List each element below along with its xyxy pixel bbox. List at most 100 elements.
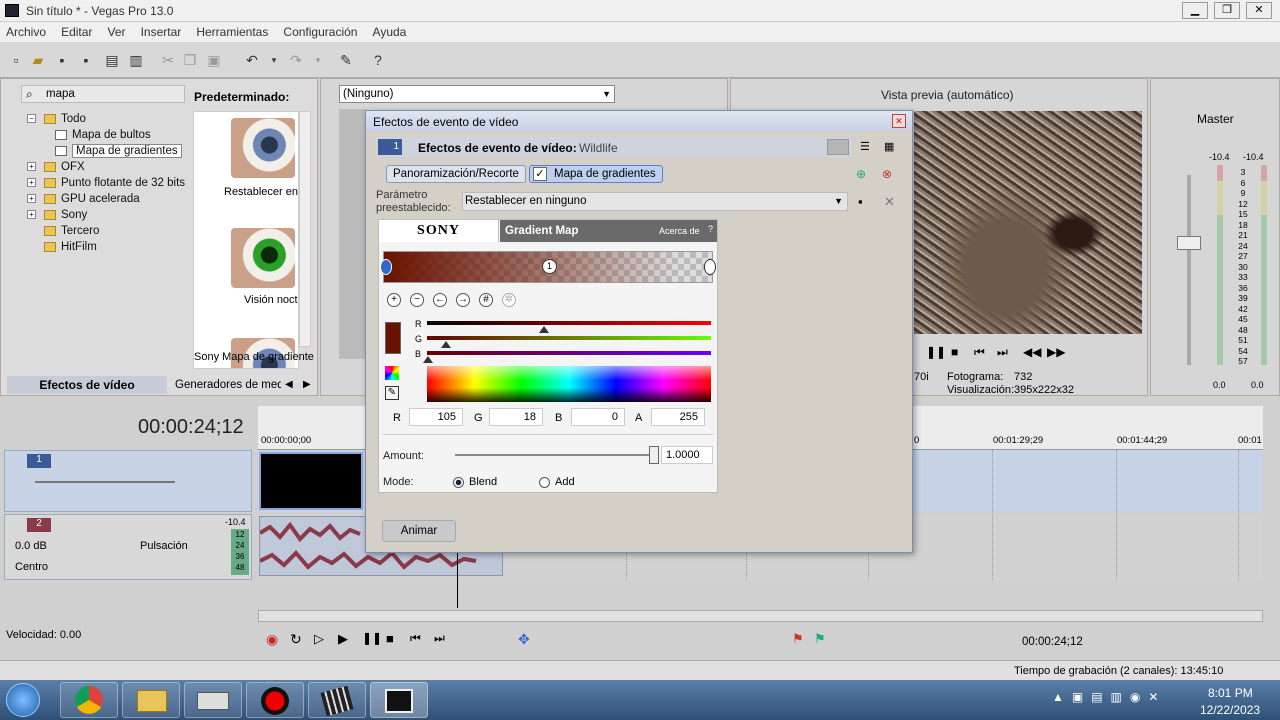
preset-item-night[interactable]: Visión noct [194,222,298,330]
video-track-header[interactable]: 1 [4,450,252,512]
taskbar-explorer[interactable] [122,682,180,718]
tree-item-todo[interactable]: − Todo [27,111,187,127]
fx-header-button[interactable] [827,139,849,155]
animate-button[interactable]: Animar [382,520,456,542]
trimmer-dropdown[interactable]: (Ninguno) ▼ [339,85,615,103]
about-link[interactable]: Acerca de [659,226,700,236]
green-slider[interactable] [427,336,711,340]
dialog-close-button[interactable]: ✕ [892,114,906,128]
help-icon[interactable]: ? [370,52,386,68]
stop-transport-icon[interactable]: ■ [386,631,394,646]
pause-icon[interactable]: ❚❚ [926,345,946,359]
open-folder-icon[interactable]: ▰ [30,52,46,68]
move-right-icon[interactable]: → [456,293,470,307]
snap-icon[interactable]: ✎ [338,52,354,68]
fx-grid-view-icon[interactable]: ▦ [884,140,894,153]
red-slider-thumb[interactable] [539,326,549,333]
track-opacity-slider[interactable] [35,481,175,483]
preset-dropdown[interactable]: Restablecer en ninguno ▼ [462,192,848,211]
g-value-field[interactable]: 18 [489,408,543,426]
marker-icon[interactable]: ⚑ [792,631,804,647]
gradient-stop-right[interactable] [704,259,716,275]
tree-item-sony[interactable]: + Sony [27,207,187,223]
fx-chain-pan-crop[interactable]: Panoramización/Recorte [386,165,526,183]
add-stop-icon[interactable]: + [387,293,401,307]
go-start-icon[interactable]: ⏮ [410,631,421,646]
color-palette-icon[interactable] [385,366,399,380]
dialog-titlebar[interactable]: Efectos de evento de vídeo ✕ [366,111,912,131]
redo-icon[interactable]: ↷ [288,52,304,68]
clock-date[interactable]: 12/22/2023 [1200,703,1260,717]
menu-configuracion[interactable]: Configuración [277,22,363,42]
amount-field[interactable]: 1.0000 [661,446,713,464]
maximize-button[interactable]: ❐ [1214,2,1240,19]
menu-archivo[interactable]: Archivo [0,22,52,42]
region-icon[interactable]: ⚑ [814,631,826,647]
chain-add-icon[interactable]: ⊕ [856,167,866,181]
amount-slider-track[interactable] [455,454,655,456]
green-slider-thumb[interactable] [441,341,451,348]
preset-item-reset[interactable]: Restablecer en [194,112,298,220]
copy-icon[interactable]: ❐ [182,52,198,68]
master-fader-handle[interactable] [1177,236,1201,250]
new-file-icon[interactable]: ▫ [8,52,24,68]
delete-preset-icon[interactable]: ✕ [884,194,895,210]
taskbar-keyboard[interactable] [184,682,242,718]
properties-icon[interactable]: ▥ [128,52,144,68]
save-as-icon[interactable]: ▪ [78,52,94,68]
b-value-field[interactable]: 0 [571,408,625,426]
play-icon[interactable]: ▶ [338,631,348,647]
blue-slider[interactable] [427,351,711,355]
r-value-field[interactable]: 105 [409,408,463,426]
distribute-icon[interactable]: # [479,293,493,307]
gradient-stop-1[interactable]: 1 [542,259,557,274]
pause-transport-icon[interactable]: ❚❚ [362,631,382,645]
start-button[interactable] [6,683,40,717]
tree-item-gpu[interactable]: + GPU acelerada [27,191,187,207]
tab-efectos-video[interactable]: Efectos de vídeo [7,376,167,394]
rewind-icon[interactable]: ◀◀ [1023,345,1041,359]
render-icon[interactable]: ▤ [104,52,120,68]
menu-insertar[interactable]: Insertar [135,22,188,42]
fx-list-view-icon[interactable]: ☰ [860,140,870,153]
redo-dropdown-icon[interactable]: ▾ [310,52,326,68]
tab-scroll-left-icon[interactable]: ◀ [285,379,293,390]
undo-dropdown-icon[interactable]: ▾ [266,52,282,68]
audio-track-header[interactable]: 2 -10.4 0.0 dB Centro Pulsación 12 24 36… [4,514,252,580]
next-frame-icon[interactable]: ⏭ [997,345,1008,360]
search-input[interactable]: mapa [46,88,75,100]
bypass-checkbox[interactable]: ✓ [533,167,547,181]
taskbar-recorder[interactable] [246,682,304,718]
remove-stop-icon[interactable]: − [410,293,424,307]
tab-generadores[interactable]: Generadores de medi [175,379,281,391]
edit-tool-icon[interactable]: ✥ [518,631,530,648]
gradient-stop-left[interactable] [380,259,392,275]
tree-item-mapa-bultos[interactable]: Mapa de bultos [27,127,187,143]
video-event-clip[interactable] [259,452,363,510]
undo-icon[interactable]: ↶ [244,52,260,68]
tree-item-punto-flotante[interactable]: + Punto flotante de 32 bits [27,175,187,191]
taskbar-vegas[interactable] [370,682,428,718]
save-icon[interactable]: ▪ [54,52,70,68]
prev-frame-icon[interactable]: ⏮ [974,345,985,360]
about-help-icon[interactable]: ? [708,224,713,234]
go-end-icon[interactable]: ⏭ [434,631,445,646]
pulse-dropdown[interactable]: Pulsación [140,540,188,552]
play-from-start-icon[interactable]: ▷ [314,631,324,647]
color-spectrum[interactable] [427,366,711,402]
amount-slider-thumb[interactable] [649,446,659,464]
move-left-icon[interactable]: ← [433,293,447,307]
tree-item-mapa-gradientes[interactable]: Mapa de gradientes [27,143,187,159]
minimize-button[interactable]: ▁ [1182,2,1208,19]
red-slider[interactable] [427,321,711,325]
menu-ayuda[interactable]: Ayuda [367,22,413,42]
menu-ver[interactable]: Ver [102,22,132,42]
preview-mode-dropdown[interactable]: Vista previa (automático) [881,88,1014,102]
stop-icon[interactable]: ■ [951,345,958,359]
taskbar-movie-maker[interactable] [308,682,366,718]
tree-item-ofx[interactable]: + OFX [27,159,187,175]
tree-item-hitfilm[interactable]: HitFilm [27,239,187,255]
menu-editar[interactable]: Editar [55,22,98,42]
cut-icon[interactable]: ✂ [160,52,176,68]
search-box[interactable]: ⌕ mapa [21,85,185,103]
